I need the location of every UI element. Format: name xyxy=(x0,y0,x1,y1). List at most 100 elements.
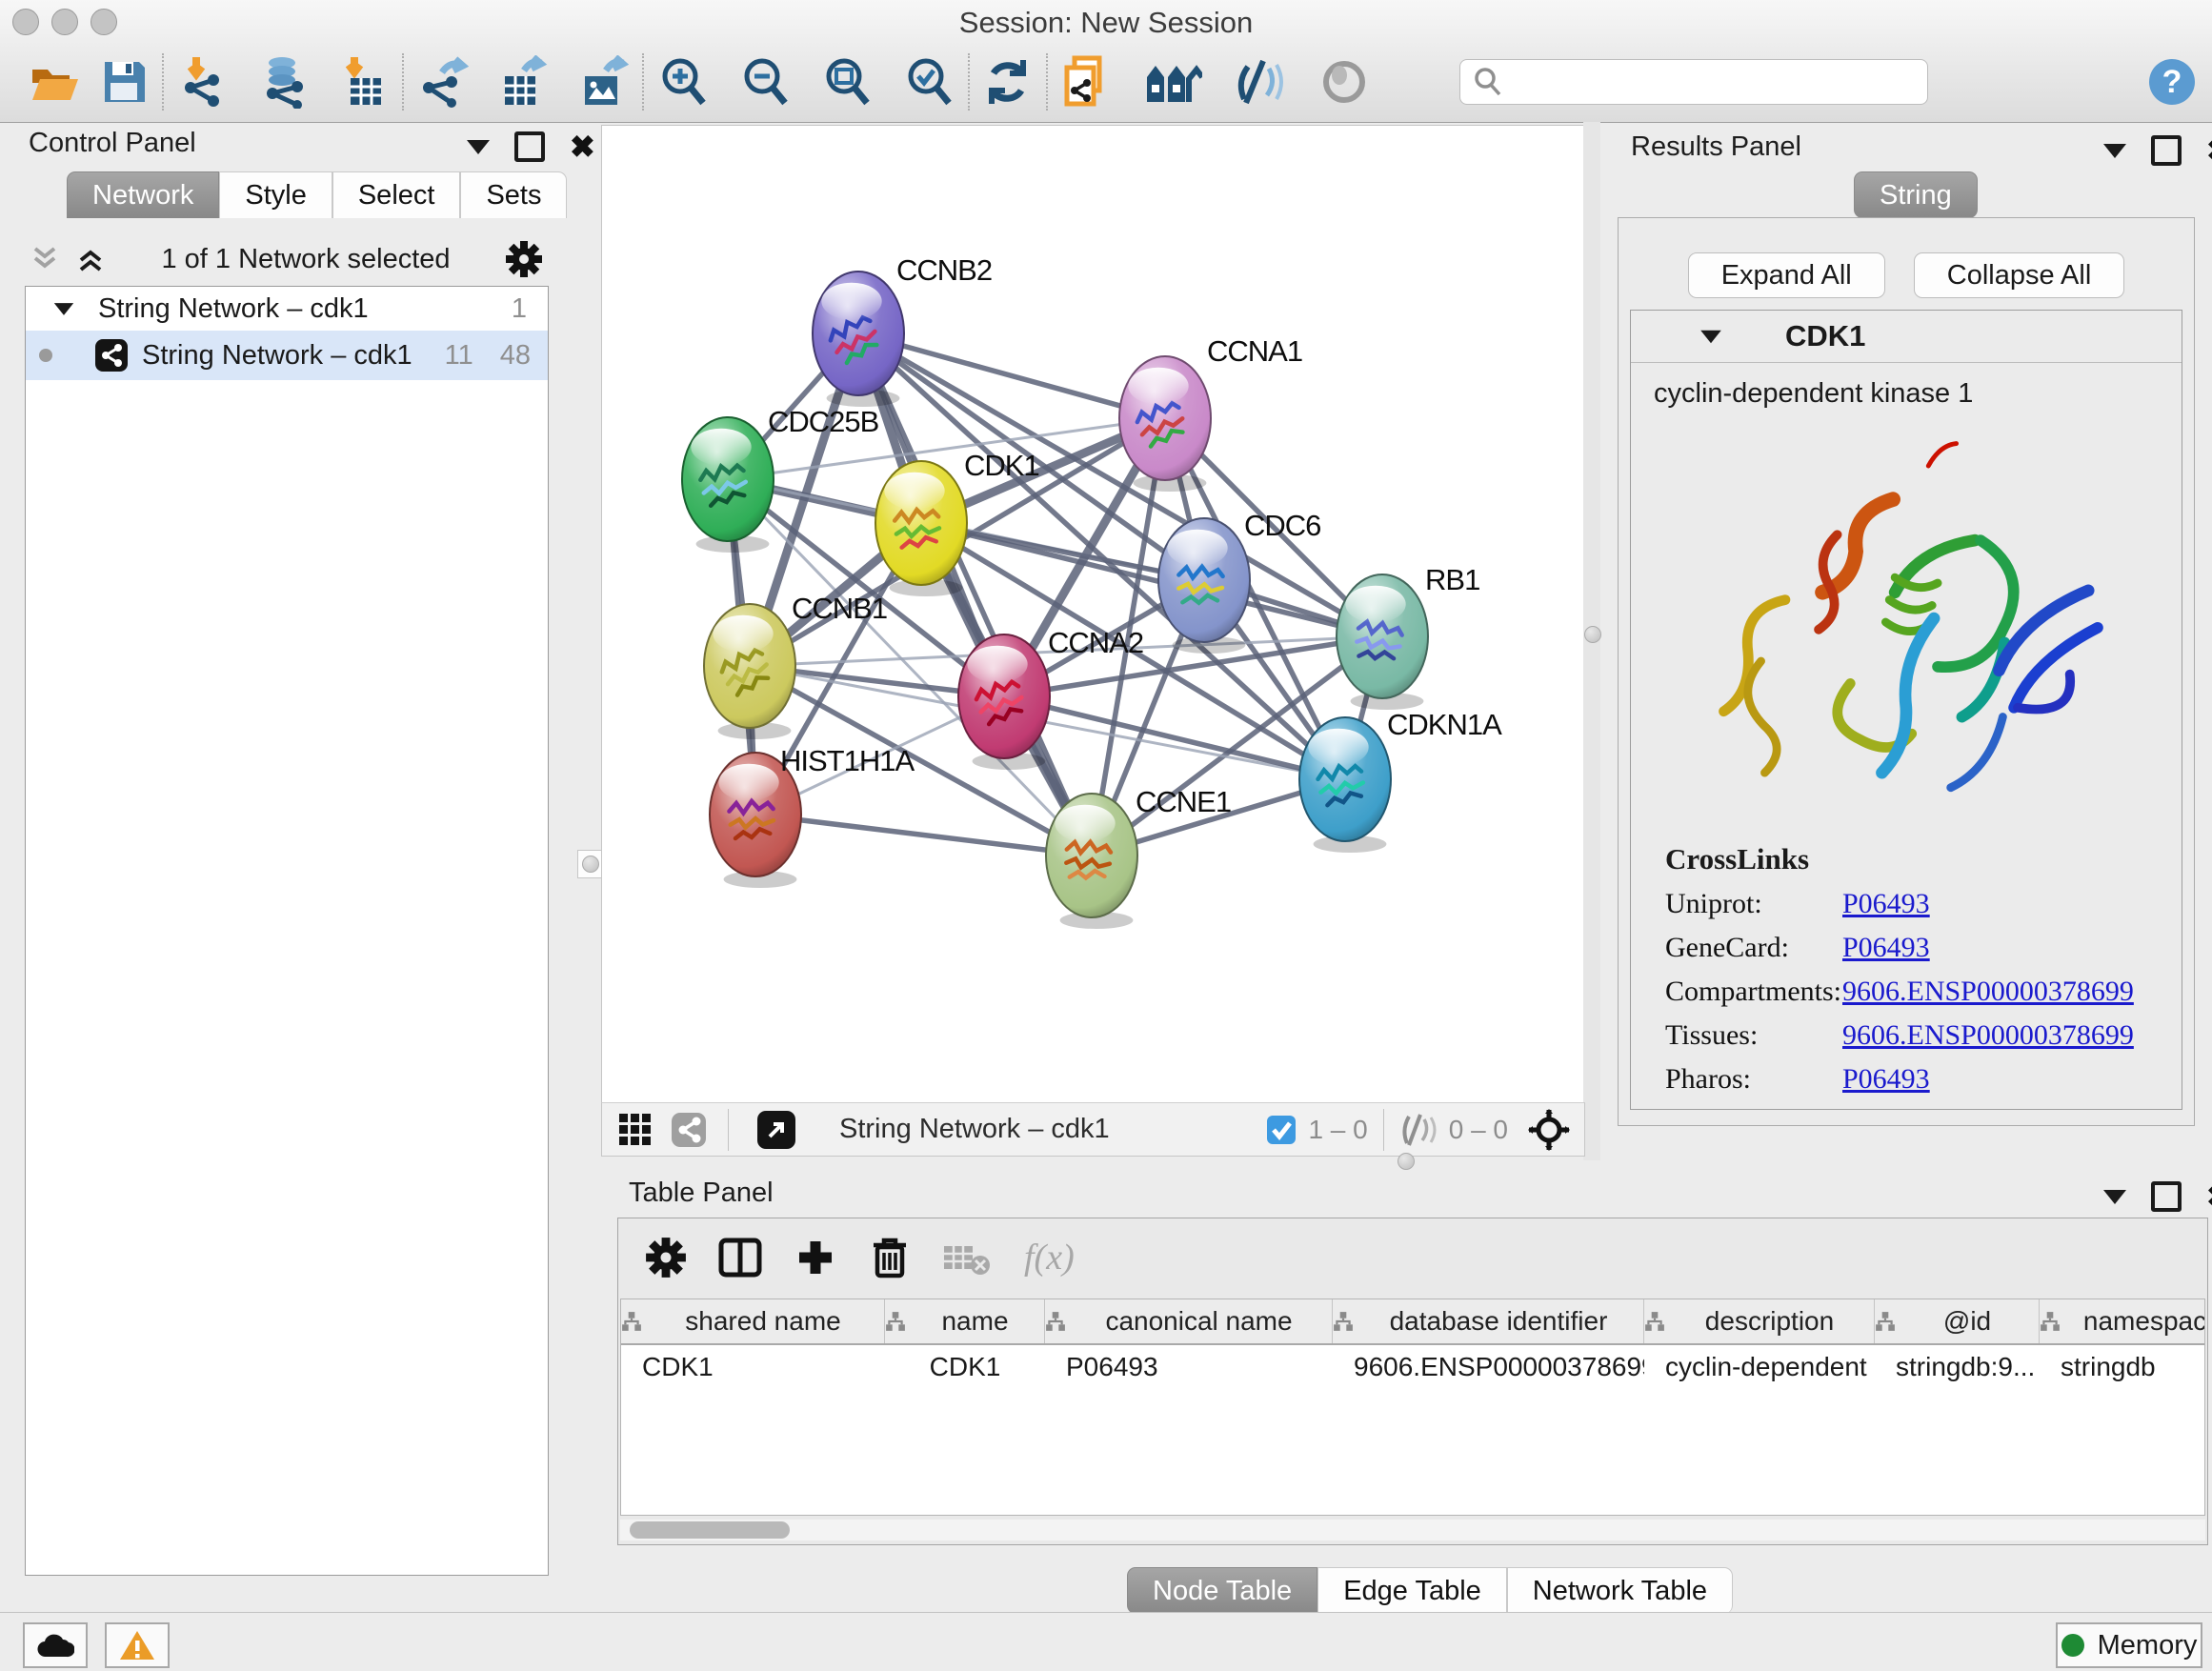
panel-menu-icon[interactable] xyxy=(2103,1190,2126,1204)
tab-edge-table[interactable]: Edge Table xyxy=(1317,1567,1507,1614)
tab-string[interactable]: String xyxy=(1854,171,1978,218)
delete-column-icon[interactable] xyxy=(870,1236,910,1279)
float-panel-icon[interactable] xyxy=(2151,1181,2182,1212)
cloud-button[interactable] xyxy=(23,1622,88,1668)
crosslink-link[interactable]: P06493 xyxy=(1842,932,1930,964)
zoom-out-button[interactable] xyxy=(739,55,791,109)
show-columns-icon[interactable] xyxy=(717,1237,763,1278)
crosslink-link[interactable]: P06493 xyxy=(1842,1063,1930,1096)
cell-namespac[interactable]: stringdb xyxy=(2040,1352,2205,1382)
export-network-button[interactable] xyxy=(417,55,469,109)
expand-all-button[interactable]: Expand All xyxy=(1688,252,1885,298)
gear-icon[interactable] xyxy=(505,240,543,278)
table-horizontal-scrollbar[interactable] xyxy=(620,1520,2205,1540)
clone-network-button[interactable] xyxy=(1061,55,1111,109)
edge-count: 48 xyxy=(500,340,531,372)
export-image-icon xyxy=(577,55,629,109)
gene-section-header[interactable]: CDK1 xyxy=(1631,311,2182,363)
close-panel-icon[interactable]: ✖ xyxy=(2206,139,2212,162)
help-button[interactable]: ? xyxy=(2147,55,2197,109)
close-panel-icon[interactable]: ✖ xyxy=(2206,1185,2212,1208)
bottom-splitter-handle[interactable] xyxy=(1398,1153,1415,1170)
column-header-description[interactable]: description xyxy=(1644,1299,1875,1343)
close-panel-icon[interactable]: ✖ xyxy=(570,135,595,158)
panel-menu-icon[interactable] xyxy=(2103,144,2126,158)
crosslink-link[interactable]: 9606.ENSP00000378699 xyxy=(1842,1019,2134,1052)
import-network-file-button[interactable] xyxy=(177,55,229,109)
network-canvas[interactable]: CCNB2CCNA1CDC25BCDK1CDC6RB1CCNB1CCNA2CDK… xyxy=(601,125,1585,1104)
column-header-name[interactable]: name xyxy=(885,1299,1045,1343)
network-share-icon[interactable] xyxy=(671,1112,707,1148)
collection-expander-icon[interactable] xyxy=(54,303,73,315)
table-settings-gear-icon[interactable] xyxy=(645,1237,687,1278)
network-row-selected[interactable]: String Network – cdk1 11 48 xyxy=(26,331,548,380)
left-splitter-handle[interactable] xyxy=(577,850,604,878)
node-CCNB2[interactable] xyxy=(813,272,904,407)
birds-eye-view-icon[interactable] xyxy=(1527,1108,1571,1152)
column-header-namespac[interactable]: namespac xyxy=(2040,1299,2205,1343)
export-image-button[interactable] xyxy=(577,55,629,109)
right-splitter-handle[interactable] xyxy=(1584,626,1601,643)
node-CCNB1[interactable] xyxy=(704,604,795,739)
tab-node-table[interactable]: Node Table xyxy=(1127,1567,1317,1614)
import-network-database-button[interactable] xyxy=(257,55,312,109)
cell-database-identifier[interactable]: 9606.ENSP00000378699 xyxy=(1333,1352,1644,1382)
warnings-button[interactable] xyxy=(105,1622,170,1668)
node-CDC25B[interactable] xyxy=(682,417,774,553)
float-panel-icon[interactable] xyxy=(2151,135,2182,166)
first-neighbors-button[interactable] xyxy=(1143,55,1202,109)
column-header-database-identifier[interactable]: database identifier xyxy=(1333,1299,1644,1343)
float-panel-icon[interactable] xyxy=(514,131,545,162)
cell-name[interactable]: CDK1 xyxy=(885,1352,1045,1382)
node-RB1[interactable] xyxy=(1337,574,1428,710)
open-session-button[interactable] xyxy=(29,55,80,109)
search-input[interactable] xyxy=(1510,67,1927,98)
node-CDKN1A[interactable] xyxy=(1299,717,1391,853)
zoom-in-button[interactable] xyxy=(657,55,709,109)
collapse-all-button[interactable]: Collapse All xyxy=(1914,252,2125,298)
cell-shared-name[interactable]: CDK1 xyxy=(621,1352,885,1382)
selected-checkbox-icon[interactable] xyxy=(1266,1115,1297,1145)
edge-HIST1H1A-CCNE1[interactable] xyxy=(755,815,1092,856)
panel-menu-icon[interactable] xyxy=(467,140,490,154)
table-row[interactable]: CDK1CDK1P064939606.ENSP00000378699cyclin… xyxy=(621,1345,2204,1389)
cell--id[interactable]: stringdb:9... xyxy=(1875,1352,2040,1382)
crosslink-label: GeneCard: xyxy=(1665,932,1842,964)
column-header-shared-name[interactable]: shared name xyxy=(621,1299,885,1343)
collapse-all-icon[interactable] xyxy=(29,243,61,275)
cell-canonical-name[interactable]: P06493 xyxy=(1045,1352,1333,1382)
memory-button[interactable]: Memory xyxy=(2056,1622,2202,1668)
grid-view-icon[interactable] xyxy=(617,1112,654,1148)
crosslink-link[interactable]: 9606.ENSP00000378699 xyxy=(1842,976,2134,1008)
tab-network[interactable]: Network xyxy=(67,171,219,218)
tab-sets[interactable]: Sets xyxy=(460,171,567,218)
scrollbar-thumb[interactable] xyxy=(630,1521,790,1539)
node-table[interactable]: shared namenamecanonical namedatabase id… xyxy=(620,1299,2205,1516)
neighbor-houses-icon xyxy=(1143,58,1202,106)
refresh-button[interactable] xyxy=(983,55,1033,109)
zoom-fit-button[interactable] xyxy=(821,55,873,109)
open-in-new-window-button[interactable] xyxy=(757,1111,795,1149)
import-table-file-button[interactable] xyxy=(341,55,389,109)
hide-selected-button[interactable] xyxy=(1235,55,1288,109)
node-CDC6[interactable] xyxy=(1158,518,1250,654)
show-all-button[interactable] xyxy=(1320,55,1368,109)
add-column-icon[interactable] xyxy=(795,1238,835,1278)
column-header--id[interactable]: @id xyxy=(1875,1299,2040,1343)
column-header-canonical-name[interactable]: canonical name xyxy=(1045,1299,1333,1343)
cell-description[interactable]: cyclin-dependent ... xyxy=(1644,1352,1875,1382)
hidden-eye-slash-icon[interactable] xyxy=(1399,1113,1439,1147)
zoom-selected-button[interactable] xyxy=(903,55,955,109)
tab-select[interactable]: Select xyxy=(332,171,461,218)
tab-network-table[interactable]: Network Table xyxy=(1507,1567,1733,1614)
export-table-button[interactable] xyxy=(497,55,549,109)
node-CCNE1[interactable] xyxy=(1046,794,1137,929)
save-session-button[interactable] xyxy=(101,55,149,109)
tab-style[interactable]: Style xyxy=(219,171,332,218)
network-collection-row[interactable]: String Network – cdk1 1 xyxy=(26,287,548,331)
expand-all-icon[interactable] xyxy=(74,243,107,275)
section-expander-icon[interactable] xyxy=(1700,330,1721,343)
crosslink-link[interactable]: P06493 xyxy=(1842,888,1930,920)
export-network-icon xyxy=(417,55,469,109)
results-panel-title: Results Panel xyxy=(1631,131,1801,163)
